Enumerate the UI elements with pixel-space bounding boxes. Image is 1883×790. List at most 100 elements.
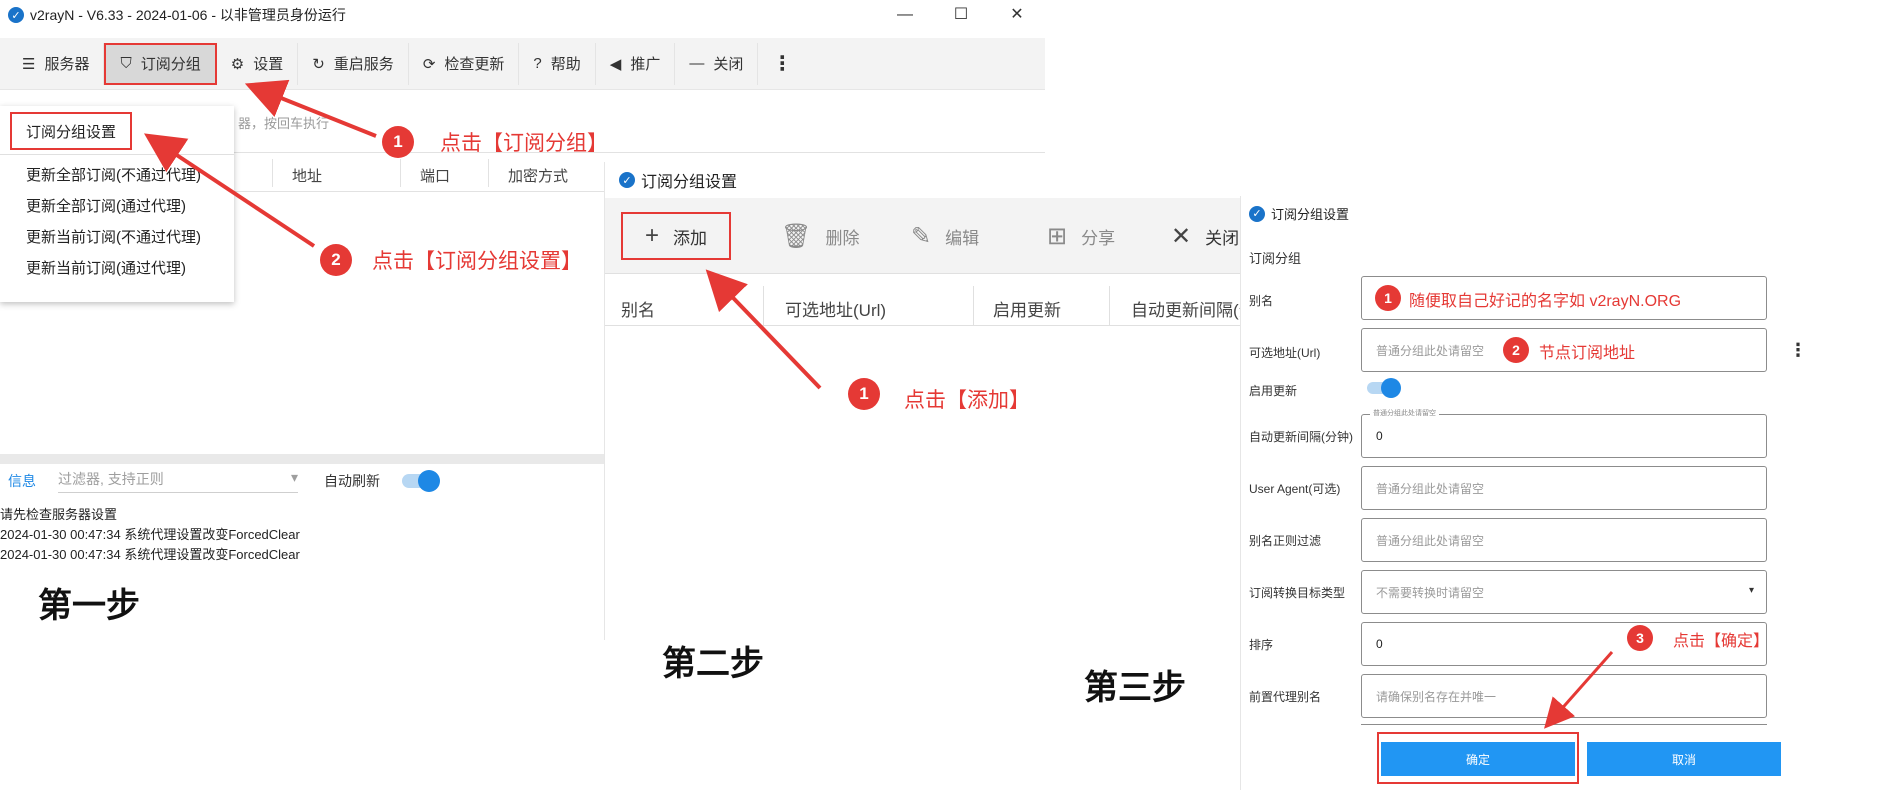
convert-target-label: 订阅转换目标类型 <box>1249 586 1346 600</box>
delete-button[interactable]: 🗑 删除 <box>781 212 859 260</box>
log-line: 请先检查服务器设置 <box>0 507 118 522</box>
menu-item-update-all-proxy[interactable]: 更新全部订阅(通过代理) <box>26 195 186 216</box>
sort-value: 0 <box>1376 637 1383 651</box>
log-info-tab[interactable]: 信息 <box>8 471 36 491</box>
help-button[interactable]: ? 帮助 <box>519 42 596 85</box>
prev-proxy-label: 前置代理别名 <box>1249 690 1322 704</box>
settings-button[interactable]: ⚙ 设置 <box>217 42 299 85</box>
title-bar: ✓ v2rayN - V6.33 - 2024-01-06 - 以非管理员身份运… <box>0 0 1045 30</box>
convert-target-select[interactable]: 不需要转换时请留空 ▾ <box>1361 570 1767 614</box>
subscription-group-menu: 订阅分组设置 更新全部订阅(不通过代理) 更新全部订阅(通过代理) 更新当前订阅… <box>0 106 234 302</box>
help-label: 帮助 <box>550 56 581 73</box>
alias-regex-placeholder: 普通分组此处请留空 <box>1376 533 1485 548</box>
interval-input[interactable]: 普通分组此处请留空 0 <box>1361 408 1767 458</box>
url-label: 可选地址(Url) <box>1249 346 1321 360</box>
column-enable-update[interactable]: 启用更新 <box>993 296 1061 321</box>
section-title: 订阅分组 <box>1249 251 1302 266</box>
qr-icon: ⊞ <box>1047 222 1068 250</box>
column-separator <box>272 159 273 187</box>
log-filter-placeholder: 过滤器, 支持正则 <box>58 471 164 487</box>
annotation-note-ok: 点击【确定】 <box>1673 633 1770 650</box>
edit-button[interactable]: ✎ 编辑 <box>911 212 979 260</box>
window-title: 订阅分组设置 <box>1271 207 1350 222</box>
bookmark-icon: ⛉ <box>120 55 132 72</box>
user-agent-input[interactable]: 普通分组此处请留空 <box>1361 466 1767 510</box>
menu-item-subscription-settings[interactable]: 订阅分组设置 <box>10 112 132 150</box>
maximize-button[interactable]: ☐ <box>933 0 989 30</box>
toggle-knob <box>1381 378 1401 398</box>
alias-label: 别名 <box>1249 294 1274 308</box>
v2rayn-logo-icon: ✓ <box>619 172 635 188</box>
refresh-icon: ↻ <box>312 55 325 73</box>
add-button[interactable]: + 添加 <box>621 212 731 260</box>
log-line: 2024-01-30 00:47:34 系统代理设置改变ForcedClear <box>0 547 300 562</box>
interval-legend: 普通分组此处请留空 <box>1370 408 1439 418</box>
annotation-badge-add: 1 <box>848 378 880 410</box>
menu-item-update-all-direct[interactable]: 更新全部订阅(不通过代理) <box>26 164 201 185</box>
log-line: 2024-01-30 00:47:34 系统代理设置改变ForcedClear <box>0 527 300 542</box>
column-separator <box>488 159 489 187</box>
column-update-interval[interactable]: 自动更新间隔(分 <box>1131 296 1256 321</box>
subscription-group-edit-window: ✓ 订阅分组设置 订阅分组 别名 可选地址(Url) 普通分组此处请留空 ⋮ 启… <box>1240 196 1883 790</box>
column-port[interactable]: 端口 <box>420 165 450 186</box>
toggle-knob <box>418 470 440 492</box>
plus-icon: + <box>644 222 659 249</box>
prev-proxy-input[interactable]: 请确保别名存在并唯一 <box>1361 674 1767 718</box>
annotation-badge-alias: 1 <box>1375 285 1401 311</box>
restart-service-button[interactable]: ↻ 重启服务 <box>298 42 409 85</box>
window-title: 订阅分组设置 <box>641 174 738 191</box>
check-update-button[interactable]: ⟳ 检查更新 <box>409 42 520 85</box>
column-alias[interactable]: 别名 <box>621 296 655 321</box>
servers-button[interactable]: ☰ 服务器 <box>8 42 105 85</box>
more-options-icon[interactable]: ⋮ <box>758 51 806 76</box>
subscription-group-label: 订阅分组 <box>140 56 201 73</box>
column-encryption[interactable]: 加密方式 <box>508 165 568 186</box>
alias-regex-input[interactable]: 普通分组此处请留空 <box>1361 518 1767 562</box>
enable-update-toggle[interactable] <box>1367 378 1401 398</box>
splitter[interactable] <box>0 454 604 464</box>
column-address[interactable]: 地址 <box>292 165 322 186</box>
menu-item-update-current-proxy[interactable]: 更新当前订阅(通过代理) <box>26 257 186 278</box>
minimize-button[interactable]: — <box>877 0 933 30</box>
minus-icon: — <box>689 55 705 72</box>
annotation-badge-ok: 3 <box>1627 625 1653 651</box>
v2rayn-logo-icon: ✓ <box>1249 205 1265 222</box>
help-icon: ? <box>533 55 542 72</box>
column-separator <box>973 286 974 326</box>
log-filter-input[interactable]: 过滤器, 支持正则 ▾ <box>58 469 298 493</box>
close-button[interactable]: — 关闭 <box>675 42 759 85</box>
subscription-group-button[interactable]: ⛉ 订阅分组 <box>104 42 217 85</box>
url-more-icon[interactable]: ⋮ <box>1789 340 1807 361</box>
step-one-label: 第一步 <box>38 587 140 625</box>
share-button[interactable]: ⊞ 分享 <box>1047 212 1115 260</box>
interval-label: 自动更新间隔(分钟) <box>1249 430 1353 444</box>
cancel-button[interactable]: 取消 <box>1587 742 1781 776</box>
close-button[interactable]: ✕ 关闭 <box>1171 212 1239 260</box>
add-label: 添加 <box>673 228 707 248</box>
column-separator <box>400 159 401 187</box>
close-window-button[interactable]: ✕ <box>989 0 1045 30</box>
log-toolbar: 信息 过滤器, 支持正则 ▾ 自动刷新 <box>0 466 604 496</box>
restart-service-label: 重启服务 <box>333 56 394 73</box>
gear-icon: ⚙ <box>230 55 245 73</box>
menu-item-update-current-direct[interactable]: 更新当前订阅(不通过代理) <box>26 226 201 247</box>
ok-button[interactable]: 确定 <box>1381 742 1575 776</box>
prev-proxy-placeholder: 请确保别名存在并唯一 <box>1376 689 1497 704</box>
window-title-bar: ✓ 订阅分组设置 <box>1247 204 1349 223</box>
promote-button[interactable]: ◀ 推广 <box>596 42 676 85</box>
column-url[interactable]: 可选地址(Url) <box>785 296 886 321</box>
partial-field-edge <box>1361 724 1767 730</box>
auto-refresh-label: 自动刷新 <box>324 473 380 489</box>
close-icon: ✕ <box>1171 222 1192 250</box>
speaker-icon: ◀ <box>609 55 622 73</box>
annotation-badge-url: 2 <box>1503 337 1529 363</box>
convert-target-placeholder: 不需要转换时请留空 <box>1376 585 1485 600</box>
main-toolbar: ☰ 服务器 ⛉ 订阅分组 ⚙ 设置 ↻ 重启服务 ⟳ 检查更新 ? 帮助 ◀ 推… <box>0 38 1045 90</box>
close-label: 关闭 <box>1205 228 1240 248</box>
enable-update-label: 启用更新 <box>1249 384 1298 398</box>
annotation-badge-2: 2 <box>320 244 352 276</box>
annotation-note-1: 点击【订阅分组】 <box>440 132 608 155</box>
server-icon: ☰ <box>22 55 36 73</box>
user-agent-label: User Agent(可选) <box>1249 482 1341 496</box>
auto-refresh-toggle[interactable] <box>402 470 440 492</box>
